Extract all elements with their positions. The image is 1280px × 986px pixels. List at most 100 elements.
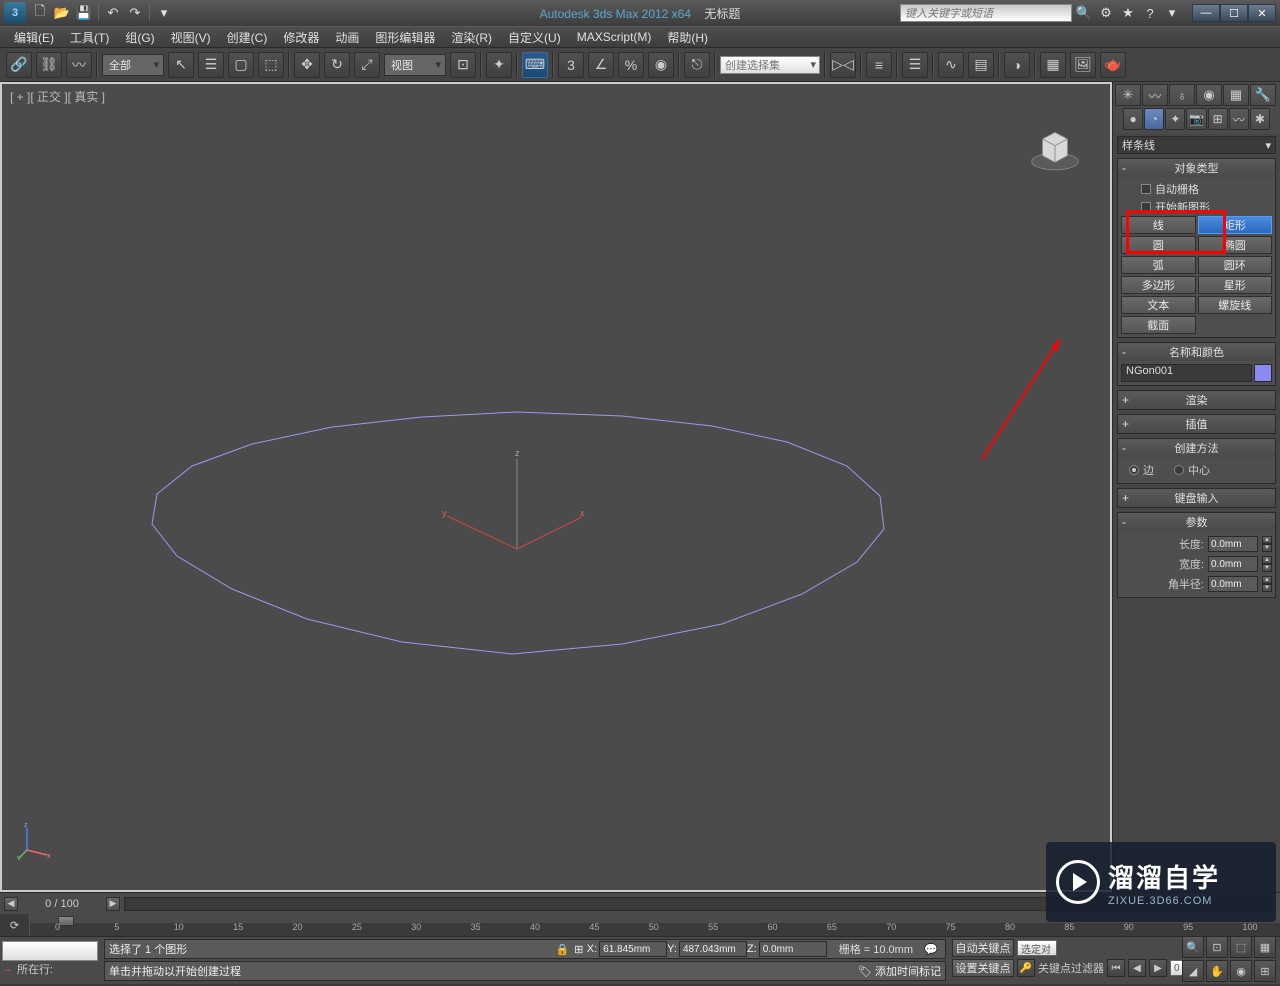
prev-frame-icon[interactable]: ◀ bbox=[1128, 959, 1146, 977]
help-drop-icon[interactable]: ▾ bbox=[1162, 3, 1182, 23]
width-input[interactable]: 0.0mm bbox=[1208, 556, 1258, 572]
align-icon[interactable]: ≡ bbox=[866, 52, 892, 78]
keyfilter-label[interactable]: 关键点过滤器 bbox=[1038, 960, 1104, 976]
render-setup-icon[interactable]: ▦ bbox=[1040, 52, 1066, 78]
select-name-icon[interactable]: ☰ bbox=[198, 52, 224, 78]
length-input[interactable]: 0.0mm bbox=[1208, 536, 1258, 552]
zoom-extents-all-icon[interactable]: ▦ bbox=[1254, 936, 1276, 958]
sub-helpers-icon[interactable]: ⊞ bbox=[1208, 108, 1228, 130]
menu-help[interactable]: 帮助(H) bbox=[659, 29, 716, 46]
btn-section[interactable]: 截面 bbox=[1121, 316, 1196, 334]
scroll-right-icon[interactable]: ▶ bbox=[106, 897, 120, 911]
undo-icon[interactable]: ↶ bbox=[103, 3, 123, 23]
rollout-header[interactable]: 对象类型 bbox=[1118, 159, 1275, 177]
sub-systems-icon[interactable]: ✱ bbox=[1250, 108, 1270, 130]
object-name-input[interactable]: NGon001 bbox=[1121, 364, 1252, 382]
open-icon[interactable]: 📂 bbox=[52, 3, 72, 23]
menu-grapheditors[interactable]: 图形编辑器 bbox=[367, 29, 443, 46]
key-icon[interactable]: 🔑 bbox=[1017, 959, 1035, 977]
redo-icon[interactable]: ↷ bbox=[125, 3, 145, 23]
bind-icon[interactable]: 〰 bbox=[66, 52, 92, 78]
y-coord[interactable]: 487.043mm bbox=[679, 941, 747, 957]
corner-spinner[interactable]: ▲▼ bbox=[1262, 576, 1272, 592]
viewport[interactable]: [ + ][ 正交 ][ 真实 ] z x y bbox=[0, 82, 1112, 892]
maximize-button[interactable]: ☐ bbox=[1220, 4, 1248, 22]
editor-icon[interactable]: ⎋ bbox=[684, 52, 710, 78]
startshape-checkbox[interactable] bbox=[1141, 202, 1151, 212]
sub-spacewarps-icon[interactable]: 〰 bbox=[1229, 108, 1249, 130]
category-dropdown[interactable]: 样条线 bbox=[1117, 136, 1276, 154]
menu-group[interactable]: 组(G) bbox=[117, 29, 162, 46]
spinner-snap-icon[interactable]: ◉ bbox=[648, 52, 674, 78]
btn-ellipse[interactable]: 椭圆 bbox=[1198, 236, 1273, 254]
color-swatch[interactable] bbox=[1254, 364, 1272, 382]
ref-coord-dropdown[interactable]: 视图 bbox=[384, 54, 446, 76]
rollout-header[interactable]: 创建方法 bbox=[1118, 439, 1275, 457]
close-button[interactable]: ✕ bbox=[1248, 4, 1276, 22]
favorites-icon[interactable]: ★ bbox=[1118, 3, 1138, 23]
window-crossing-icon[interactable]: ⬚ bbox=[258, 52, 284, 78]
snap-3-icon[interactable]: 3 bbox=[558, 52, 584, 78]
keyboard-shortcut-icon[interactable]: ⌨ bbox=[522, 52, 548, 78]
mirror-icon[interactable]: ▷◁ bbox=[830, 52, 856, 78]
play-icon[interactable]: ▶ bbox=[1149, 959, 1167, 977]
btn-circle[interactable]: 圆 bbox=[1121, 236, 1196, 254]
sub-geometry-icon[interactable]: ● bbox=[1123, 108, 1143, 130]
btn-line[interactable]: 线 bbox=[1121, 216, 1196, 234]
fov-icon[interactable]: ◢ bbox=[1182, 960, 1204, 982]
selection-set-dropdown[interactable]: 创建选择集 bbox=[720, 56, 820, 74]
scale-icon[interactable]: ⤢ bbox=[354, 52, 380, 78]
zoom-all-icon[interactable]: ⊡ bbox=[1206, 936, 1228, 958]
material-icon[interactable]: ◑ bbox=[1004, 52, 1030, 78]
rollout-header[interactable]: 参数 bbox=[1118, 513, 1275, 531]
rendered-frame-icon[interactable]: 🖼 bbox=[1070, 52, 1096, 78]
length-spinner[interactable]: ▲▼ bbox=[1262, 536, 1272, 552]
menu-tools[interactable]: 工具(T) bbox=[62, 29, 117, 46]
orbit-icon[interactable]: ◉ bbox=[1230, 960, 1252, 982]
width-spinner[interactable]: ▲▼ bbox=[1262, 556, 1272, 572]
corner-input[interactable]: 0.0mm bbox=[1208, 576, 1258, 592]
x-coord[interactable]: 61.845mm bbox=[599, 941, 667, 957]
z-coord[interactable]: 0.0mm bbox=[759, 941, 827, 957]
goto-start-icon[interactable]: ⏮ bbox=[1107, 959, 1125, 977]
zoom-icon[interactable]: 🔍 bbox=[1182, 936, 1204, 958]
commcenter-icon[interactable]: ⚙ bbox=[1096, 3, 1116, 23]
manip-icon[interactable]: ✦ bbox=[486, 52, 512, 78]
pan-icon[interactable]: ✋ bbox=[1206, 960, 1228, 982]
sub-lights-icon[interactable]: ✦ bbox=[1165, 108, 1185, 130]
layer-icon[interactable]: ☰ bbox=[902, 52, 928, 78]
save-icon[interactable]: 💾 bbox=[74, 3, 94, 23]
new-icon[interactable]: 🗋 bbox=[30, 3, 50, 23]
render-icon[interactable]: 🫖 bbox=[1100, 52, 1126, 78]
sub-shapes-icon[interactable]: ◔ bbox=[1144, 108, 1164, 130]
help-icon[interactable]: ? bbox=[1140, 3, 1160, 23]
tab-utilities-icon[interactable]: 🔧 bbox=[1250, 84, 1276, 106]
scroll-left-icon[interactable]: ◀ bbox=[4, 897, 18, 911]
menu-rendering[interactable]: 渲染(R) bbox=[443, 29, 500, 46]
btn-helix[interactable]: 螺旋线 bbox=[1198, 296, 1273, 314]
addtime-label[interactable]: 添加时间标记 bbox=[875, 963, 941, 979]
pivot-icon[interactable]: ⊡ bbox=[450, 52, 476, 78]
more-icon[interactable]: ▾ bbox=[154, 3, 174, 23]
help-search-input[interactable]: 键入关键字或短语 bbox=[900, 4, 1072, 22]
app-icon[interactable]: 3 bbox=[4, 2, 26, 24]
unlink-icon[interactable]: ⛓ bbox=[36, 52, 62, 78]
percent-snap-icon[interactable]: % bbox=[618, 52, 644, 78]
menu-customize[interactable]: 自定义(U) bbox=[500, 29, 569, 46]
lock-icon[interactable]: 🔒 bbox=[555, 943, 571, 956]
autogrid-checkbox[interactable] bbox=[1141, 184, 1151, 194]
tab-motion-icon[interactable]: ◉ bbox=[1196, 84, 1222, 106]
selection-filter-dropdown[interactable]: 全部 bbox=[102, 54, 164, 76]
menu-maxscript[interactable]: MAXScript(M) bbox=[569, 30, 660, 44]
menu-modifiers[interactable]: 修改器 bbox=[275, 29, 327, 46]
maximize-vp-icon[interactable]: ⊞ bbox=[1254, 960, 1276, 982]
btn-rectangle[interactable]: 矩形 bbox=[1198, 216, 1273, 234]
btn-ngon[interactable]: 多边形 bbox=[1121, 276, 1196, 294]
curve-editor-icon[interactable]: ∿ bbox=[938, 52, 964, 78]
tag-icon[interactable]: 🏷 bbox=[855, 965, 875, 978]
minimize-button[interactable]: — bbox=[1192, 4, 1220, 22]
select-icon[interactable]: ↖ bbox=[168, 52, 194, 78]
rect-region-icon[interactable]: ▢ bbox=[228, 52, 254, 78]
rollout-header[interactable]: 渲染 bbox=[1118, 391, 1275, 409]
btn-arc[interactable]: 弧 bbox=[1121, 256, 1196, 274]
